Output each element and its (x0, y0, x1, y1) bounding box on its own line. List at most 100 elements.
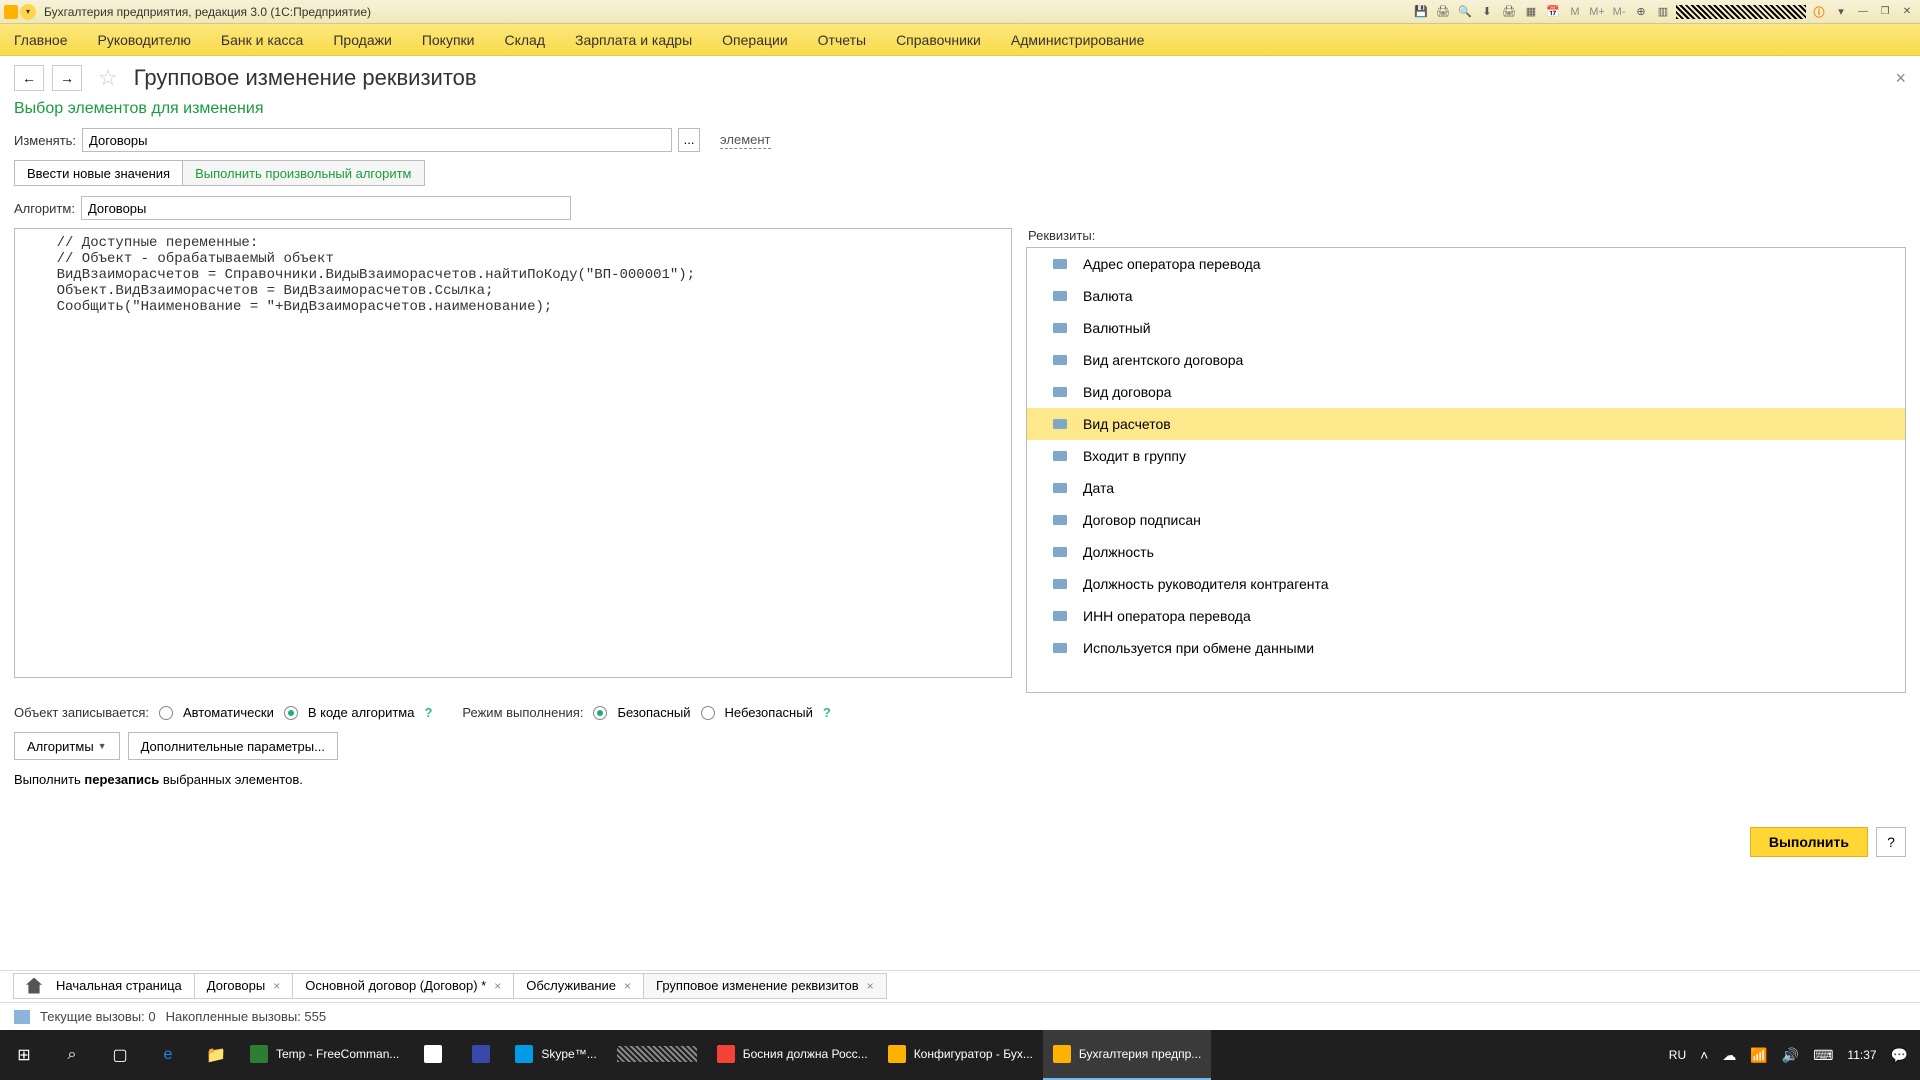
change-input[interactable] (82, 128, 672, 152)
requisite-item[interactable]: Валютный (1027, 312, 1905, 344)
menu-item[interactable]: Главное (14, 32, 68, 48)
requisite-item[interactable]: Валюта (1027, 280, 1905, 312)
requisite-item[interactable]: Используется при обмене данными (1027, 632, 1905, 664)
taskbar-task[interactable] (457, 1030, 505, 1080)
menu-item[interactable]: Склад (504, 32, 545, 48)
print2-icon[interactable]: 🖨 (1500, 3, 1518, 21)
task-icon (888, 1045, 906, 1063)
algorithms-button[interactable]: Алгоритмы ▼ (14, 732, 120, 760)
panels-icon[interactable]: ▥ (1654, 3, 1672, 21)
tab-close-icon[interactable]: × (867, 979, 874, 993)
requisite-item[interactable]: Адрес оператора перевода (1027, 248, 1905, 280)
tab-close-icon[interactable]: × (494, 979, 501, 993)
save-icon[interactable]: 💾 (1412, 3, 1430, 21)
taskbar-task[interactable]: Босния должна Росс... (707, 1030, 878, 1080)
m-plus-button[interactable]: M+ (1588, 3, 1606, 21)
keyboard-icon[interactable]: ⌨ (1813, 1047, 1833, 1064)
page-close-button[interactable]: × (1895, 68, 1906, 89)
taskbar-task[interactable]: Temp - FreeComman... (240, 1030, 409, 1080)
extra-params-button[interactable]: Дополнительные параметры... (128, 732, 338, 760)
bottom-tab[interactable]: Договоры× (194, 973, 293, 999)
menu-item[interactable]: Справочники (896, 32, 981, 48)
menu-item[interactable]: Покупки (422, 32, 475, 48)
algorithm-input[interactable] (81, 196, 571, 220)
help-mode-icon[interactable]: ? (823, 705, 831, 720)
taskbar-task[interactable]: Skype™... (505, 1030, 606, 1080)
requisite-item[interactable]: Вид расчетов (1027, 408, 1905, 440)
requisite-item[interactable]: ИНН оператора перевода (1027, 600, 1905, 632)
menu-item[interactable]: Администрирование (1011, 32, 1145, 48)
maximize-button[interactable]: ❐ (1876, 4, 1894, 20)
execute-button[interactable]: Выполнить (1750, 827, 1868, 857)
requisite-label: Адрес оператора перевода (1083, 256, 1261, 272)
notifications-icon[interactable]: 💬 (1891, 1047, 1908, 1064)
menu-item[interactable]: Зарплата и кадры (575, 32, 692, 48)
radio-unsafe[interactable] (701, 706, 715, 720)
tab-close-icon[interactable]: × (624, 979, 631, 993)
help-write-icon[interactable]: ? (424, 705, 432, 720)
menu-item[interactable]: Операции (722, 32, 788, 48)
requisite-label: Вид агентского договора (1083, 352, 1243, 368)
requisite-item[interactable]: Должность руководителя контрагента (1027, 568, 1905, 600)
nav-back-button[interactable]: ← (14, 65, 44, 91)
start-button[interactable]: ⊞ (0, 1030, 48, 1080)
element-link[interactable]: элемент (720, 132, 770, 149)
radio-in-code[interactable] (284, 706, 298, 720)
tray-up-icon[interactable]: ˄ (1700, 1047, 1708, 1063)
preview-icon[interactable]: 🔍 (1456, 3, 1474, 21)
volume-icon[interactable]: 🔊 (1782, 1047, 1799, 1064)
taskbar-task[interactable] (409, 1030, 457, 1080)
clock[interactable]: 11:37 (1847, 1048, 1876, 1062)
tab-enter-values[interactable]: Ввести новые значения (14, 160, 182, 186)
requisite-item[interactable]: Вид агентского договора (1027, 344, 1905, 376)
tab-close-icon[interactable]: × (273, 979, 280, 993)
print-icon[interactable]: 🖨 (1434, 3, 1452, 21)
info-icon[interactable]: ⓘ (1810, 3, 1828, 21)
explorer-icon[interactable]: 📁 (192, 1030, 240, 1080)
minimize-button[interactable]: — (1854, 4, 1872, 20)
task-label: Бухгалтерия предпр... (1079, 1047, 1201, 1061)
code-editor[interactable]: // Доступные переменные: // Объект - обр… (14, 228, 1012, 678)
zoom-icon[interactable]: ⊕ (1632, 3, 1650, 21)
app-menu-dropdown[interactable]: ▾ (20, 4, 36, 20)
info-dropdown-icon[interactable]: ▾ (1832, 3, 1850, 21)
help-button[interactable]: ? (1876, 827, 1906, 857)
menu-item[interactable]: Банк и касса (221, 32, 303, 48)
radio-safe[interactable] (593, 706, 607, 720)
bottom-tab[interactable]: Групповое изменение реквизитов× (643, 973, 887, 999)
menu-item[interactable]: Продажи (333, 32, 391, 48)
bottom-tab[interactable]: Обслуживание× (513, 973, 644, 999)
tab-run-algorithm[interactable]: Выполнить произвольный алгоритм (182, 160, 424, 186)
status-bar: Текущие вызовы: 0 Накопленные вызовы: 55… (0, 1002, 1920, 1030)
bottom-tab[interactable]: Основной договор (Договор) *× (292, 973, 514, 999)
download-icon[interactable]: ⬇ (1478, 3, 1496, 21)
taskbar-task[interactable] (607, 1030, 707, 1080)
task-view-icon[interactable]: ▢ (96, 1030, 144, 1080)
requisite-item[interactable]: Должность (1027, 536, 1905, 568)
close-button[interactable]: ✕ (1898, 4, 1916, 20)
search-icon[interactable]: ⌕ (48, 1030, 96, 1080)
language-indicator[interactable]: RU (1669, 1048, 1686, 1062)
m-button[interactable]: M (1566, 3, 1584, 21)
edge-icon[interactable]: e (144, 1030, 192, 1080)
calc-icon[interactable]: ▦ (1522, 3, 1540, 21)
bottom-tab[interactable]: Начальная страница (13, 973, 195, 999)
radio-auto[interactable] (159, 706, 173, 720)
taskbar-task[interactable]: Бухгалтерия предпр... (1043, 1030, 1211, 1080)
requisite-item[interactable]: Вид договора (1027, 376, 1905, 408)
task-icon (424, 1045, 442, 1063)
cloud-icon[interactable]: ☁ (1722, 1047, 1736, 1064)
menu-item[interactable]: Отчеты (818, 32, 866, 48)
requisites-list[interactable]: Адрес оператора перевода ВалютаВалютный Ви… (1026, 247, 1906, 693)
m-minus-button[interactable]: M- (1610, 3, 1628, 21)
requisite-item[interactable]: Дата (1027, 472, 1905, 504)
wifi-icon[interactable]: 📶 (1750, 1047, 1767, 1064)
nav-forward-button[interactable]: → (52, 65, 82, 91)
favorite-icon[interactable]: ☆ (98, 65, 118, 91)
taskbar-task[interactable]: Конфигуратор - Бух... (878, 1030, 1043, 1080)
change-picker-button[interactable]: ... (678, 128, 700, 152)
menu-item[interactable]: Руководителю (98, 32, 191, 48)
calendar-icon[interactable]: 📅 (1544, 3, 1562, 21)
requisite-item[interactable]: Договор подписан (1027, 504, 1905, 536)
requisite-item[interactable]: Входит в группу (1027, 440, 1905, 472)
